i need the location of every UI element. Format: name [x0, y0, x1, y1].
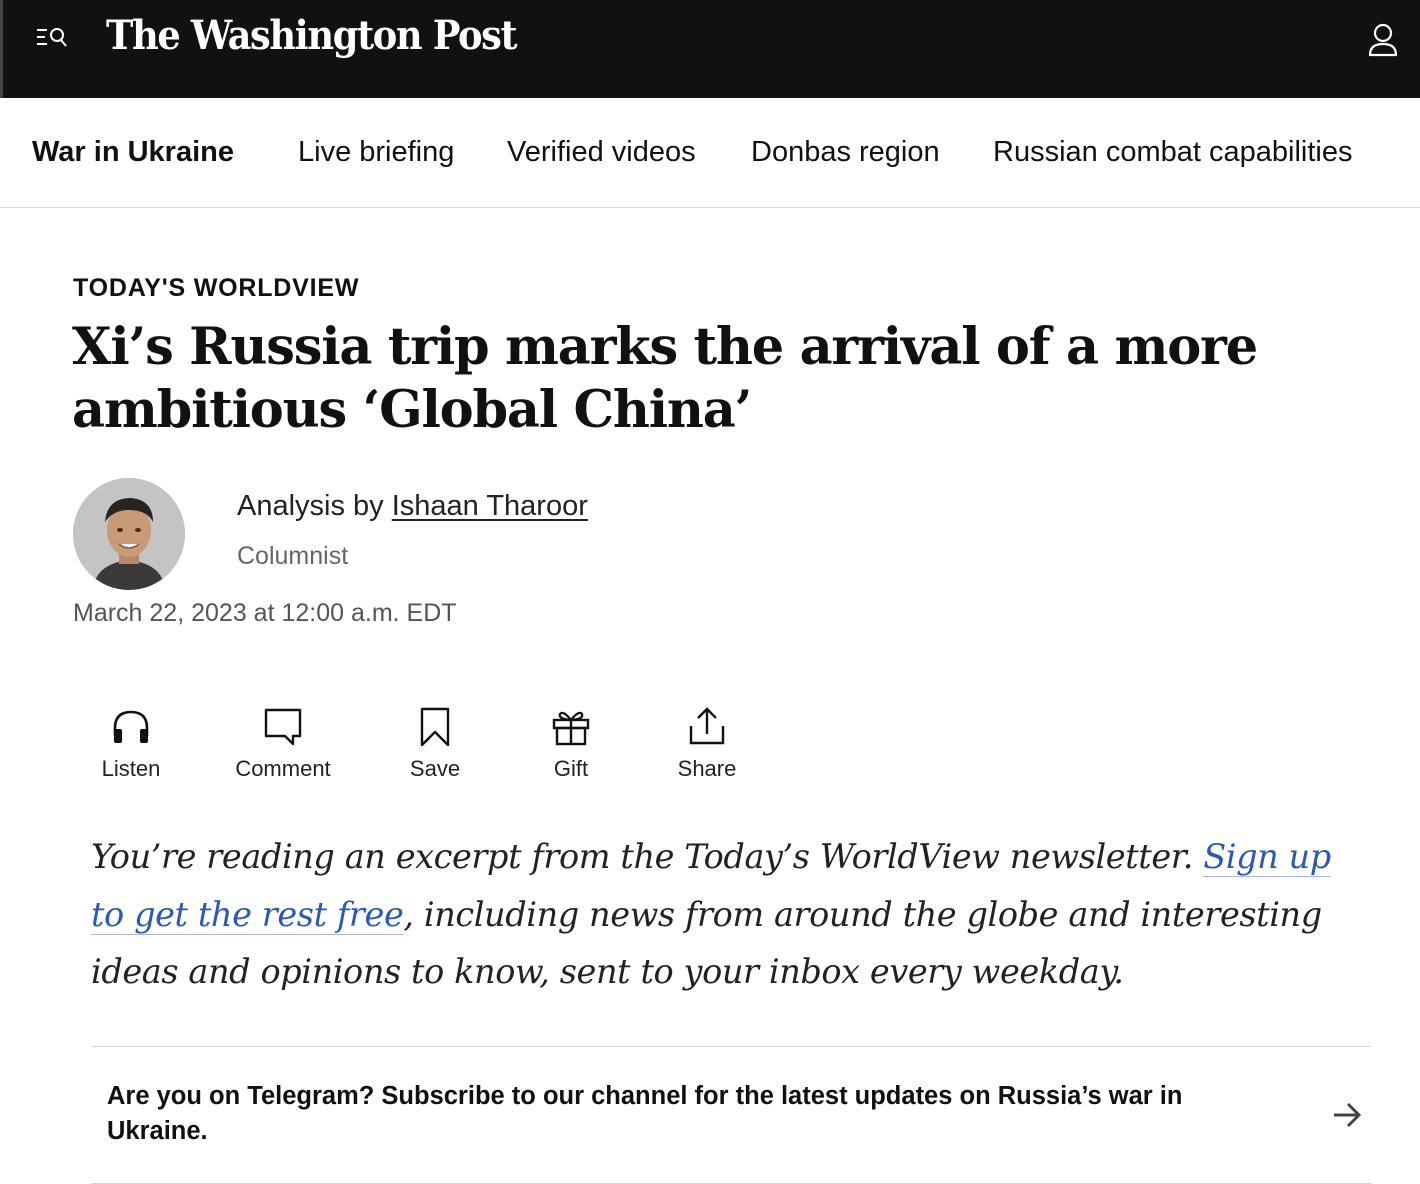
nav-link-verified-videos[interactable]: Verified videos [507, 132, 696, 172]
publish-date: March 22, 2023 at 12:00 a.m. EDT [73, 599, 457, 627]
share-label: Share [677, 756, 737, 781]
listen-button[interactable]: Listen [73, 700, 189, 790]
promo-text-before: You’re reading an excerpt from the Today… [91, 837, 1204, 876]
nav-link-live-briefing[interactable]: Live briefing [298, 132, 454, 172]
save-label: Save [409, 756, 461, 781]
telegram-callout-text: Are you on Telegram? Subscribe to our ch… [107, 1082, 1183, 1145]
menu-search-icon[interactable] [33, 22, 77, 58]
nav-link-donbas-region[interactable]: Donbas region [751, 132, 940, 172]
nav-section-war-in-ukraine[interactable]: War in Ukraine [32, 132, 234, 172]
newsletter-promo: You’re reading an excerpt from the Today… [91, 828, 1351, 1001]
article-kicker[interactable]: TODAY'S WORLDVIEW [73, 274, 359, 303]
gift-label: Gift [553, 756, 589, 781]
section-nav: War in Ukraine Live briefing Verified vi… [0, 98, 1420, 208]
gift-icon [552, 711, 590, 746]
author-link[interactable]: Ishaan Tharoor [392, 490, 588, 522]
author-role: Columnist [237, 542, 349, 570]
share-icon [689, 707, 725, 745]
nav-link-russian-combat-capabilities[interactable]: Russian combat capabilities [993, 132, 1352, 172]
comment-label: Comment [235, 756, 331, 781]
author-avatar[interactable] [73, 478, 185, 590]
article-headline: Xi’s Russia trip marks the arrival of a … [72, 317, 1258, 440]
comment-button[interactable]: Comment [225, 700, 341, 790]
byline-prefix: Analysis by [237, 490, 392, 522]
bookmark-icon [420, 707, 450, 746]
site-logo[interactable]: The Washington Post [106, 12, 517, 59]
comment-icon [264, 708, 302, 746]
byline: Analysis by Ishaan Tharoor [237, 490, 588, 523]
top-bar: The Washington Post [0, 0, 1420, 98]
share-button[interactable]: Share [649, 700, 765, 790]
headphones-icon [113, 710, 149, 743]
save-button[interactable]: Save [377, 700, 493, 790]
arrow-right-icon [1334, 1102, 1362, 1128]
telegram-callout[interactable]: Are you on Telegram? Subscribe to our ch… [91, 1046, 1371, 1184]
user-icon[interactable] [1363, 20, 1403, 60]
listen-label: Listen [101, 756, 161, 781]
gift-button[interactable]: Gift [513, 700, 629, 790]
